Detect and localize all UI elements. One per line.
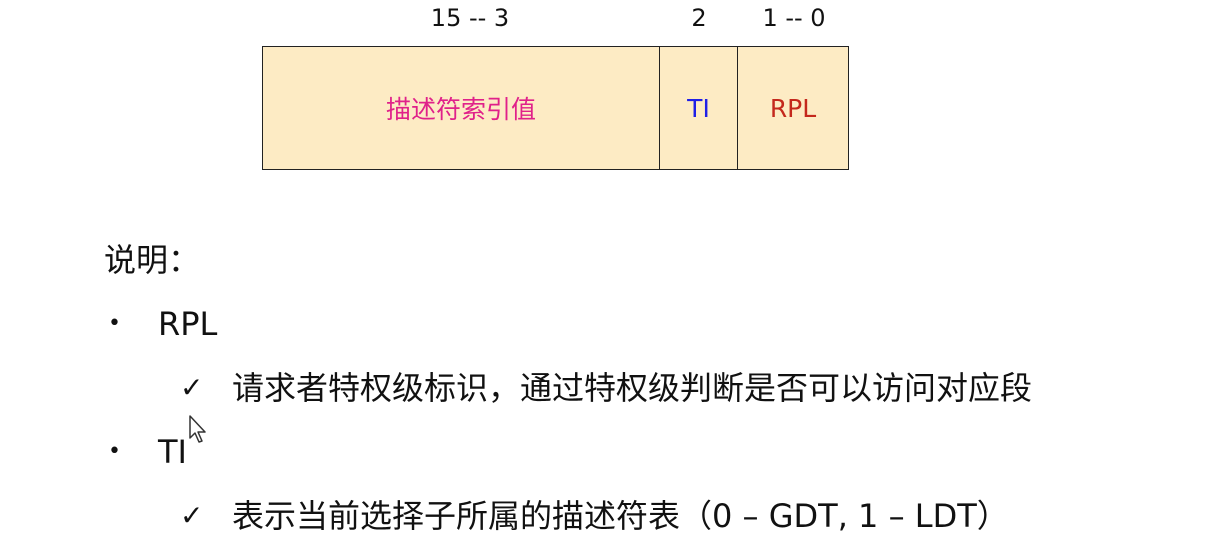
segment-selector-register: 描述符索引值 TI RPL bbox=[262, 46, 849, 170]
field-rpl: RPL bbox=[738, 47, 848, 169]
list-item-ti-detail-text: 表示当前选择子所属的描述符表（0 – GDT, 1 – LDT） bbox=[232, 497, 1009, 535]
list-item-ti-term: TI bbox=[158, 433, 187, 471]
bit-label-2: 2 bbox=[691, 4, 707, 32]
bullet-icon: • bbox=[108, 439, 121, 464]
field-ti: TI bbox=[660, 47, 738, 169]
mouse-pointer-icon bbox=[189, 415, 206, 443]
bullet-icon: • bbox=[108, 311, 121, 336]
field-descriptor-index-label: 描述符索引值 bbox=[385, 95, 536, 124]
list-item-ti-detail: ✓ 表示当前选择子所属的描述符表（0 – GDT, 1 – LDT） bbox=[0, 494, 1231, 538]
field-ti-label: TI bbox=[687, 93, 710, 123]
checkmark-icon: ✓ bbox=[180, 371, 204, 404]
bit-label-15-3: 15 -- 3 bbox=[430, 4, 510, 32]
list-item-rpl-term: RPL bbox=[158, 305, 218, 343]
field-descriptor-index: 描述符索引值 bbox=[263, 47, 660, 169]
field-rpl-label: RPL bbox=[769, 93, 817, 123]
list-item-ti: • TI bbox=[0, 430, 1231, 474]
bit-label-1-0: 1 -- 0 bbox=[762, 4, 826, 32]
checkmark-icon: ✓ bbox=[180, 499, 204, 532]
list-item-rpl: • RPL bbox=[0, 302, 1231, 346]
list-item-rpl-detail-text: 请求者特权级标识，通过特权级判断是否可以访问对应段 bbox=[232, 369, 1033, 407]
list-item-rpl-detail: ✓ 请求者特权级标识，通过特权级判断是否可以访问对应段 bbox=[0, 366, 1231, 410]
explanation-heading: 说明： bbox=[104, 241, 201, 279]
